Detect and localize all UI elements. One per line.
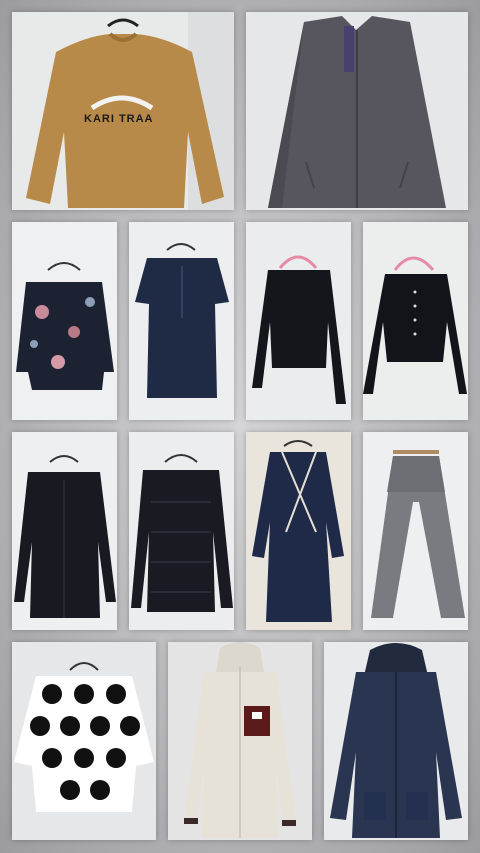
photo-cardigan-black	[363, 222, 468, 420]
photo-shirt-black	[12, 432, 117, 630]
photo-top-polka-dot	[12, 642, 156, 840]
photo-lace-top-black	[129, 432, 234, 630]
photo-fleece-cream	[168, 642, 312, 840]
photo-collage: KARI TRAA	[0, 0, 480, 853]
photo-top-black-long	[246, 222, 351, 420]
photo-trousers-checked	[363, 432, 468, 630]
photo-top-floral	[12, 222, 117, 420]
photo-blouse-navy	[129, 222, 234, 420]
photo-parka-navy	[324, 642, 468, 840]
sweater-tan-image: KARI TRAA	[12, 12, 234, 210]
photo-wrap-dress-navy	[246, 432, 351, 630]
photo-hoodie-grey	[246, 12, 468, 210]
photo-sweater-tan: KARI TRAA	[12, 12, 234, 210]
brand-print: KARI TRAA	[84, 113, 154, 125]
